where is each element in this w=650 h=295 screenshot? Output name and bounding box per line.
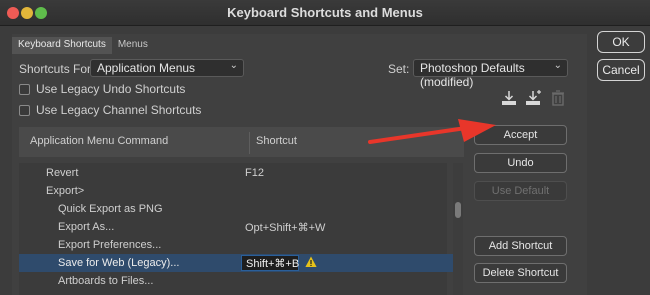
table-body: Revert F12 Export> Quick Export as PNG E…: [19, 163, 453, 295]
legacy-undo-label: Use Legacy Undo Shortcuts: [36, 82, 186, 96]
cancel-button[interactable]: Cancel: [597, 59, 645, 81]
delete-shortcut-button[interactable]: Delete Shortcut: [474, 263, 567, 283]
legacy-channel-checkbox[interactable]: [19, 105, 30, 116]
table-row[interactable]: Export Preferences...: [19, 236, 453, 254]
row-command: Revert: [46, 167, 79, 179]
shortcuts-for-select[interactable]: Application Menus ⌄: [90, 59, 244, 77]
command-column-header[interactable]: Application Menu Command: [30, 135, 168, 147]
table-row[interactable]: Quick Export as PNG: [19, 200, 453, 218]
shortcuts-for-value: Application Menus: [97, 61, 196, 75]
annotation-arrow-icon: [368, 119, 496, 144]
chevron-down-icon: ⌄: [553, 60, 562, 71]
tab-strip: Keyboard Shortcuts Menus: [12, 37, 154, 54]
add-shortcut-button[interactable]: Add Shortcut: [474, 236, 567, 256]
row-shortcut: F12: [245, 167, 264, 179]
set-label: Set:: [388, 62, 410, 76]
row-shortcut: Opt+Shift+⌘+W: [245, 222, 326, 234]
shortcuts-table: Application Menu Command Shortcut Revert…: [19, 127, 464, 295]
window-title: Keyboard Shortcuts and Menus: [227, 5, 423, 20]
row-command: Export As...: [58, 221, 115, 233]
row-command: Artboards to Files...: [58, 275, 154, 287]
tab-menus[interactable]: Menus: [112, 37, 154, 54]
warning-icon: [305, 256, 317, 268]
table-row[interactable]: Export As... Opt+Shift+⌘+W: [19, 218, 453, 236]
table-row[interactable]: Export>: [19, 182, 453, 200]
legacy-channel-label: Use Legacy Channel Shortcuts: [36, 103, 202, 117]
table-row[interactable]: Artboards to Files...: [19, 272, 453, 290]
undo-button[interactable]: Undo: [474, 153, 567, 173]
legacy-undo-checkbox[interactable]: [19, 84, 30, 95]
new-set-icon[interactable]: [524, 89, 542, 107]
row-command: Quick Export as PNG: [58, 203, 163, 215]
shortcut-column-header[interactable]: Shortcut: [256, 135, 297, 147]
chevron-down-icon: ⌄: [229, 60, 238, 71]
save-set-icon[interactable]: [500, 89, 518, 107]
table-row-selected[interactable]: Save for Web (Legacy)... Shift+⌘+B: [19, 254, 453, 272]
ok-button[interactable]: OK: [597, 31, 645, 53]
shortcuts-for-label: Shortcuts For:: [19, 62, 95, 76]
scrollbar-thumb[interactable]: [455, 202, 461, 218]
row-command: Export>: [46, 185, 85, 197]
use-default-button[interactable]: Use Default: [474, 181, 567, 201]
title-bar: Keyboard Shortcuts and Menus: [0, 0, 650, 26]
shortcut-edit-field[interactable]: Shift+⌘+B: [241, 255, 299, 271]
tab-keyboard-shortcuts[interactable]: Keyboard Shortcuts: [12, 37, 112, 54]
table-scrollbar[interactable]: [453, 163, 463, 295]
table-row[interactable]: Revert F12: [19, 164, 453, 182]
set-select[interactable]: Photoshop Defaults (modified) ⌄: [413, 59, 568, 89]
column-divider: [249, 132, 250, 154]
row-command: Export Preferences...: [58, 239, 162, 251]
delete-set-icon[interactable]: [549, 89, 567, 107]
row-command: Save for Web (Legacy)...: [58, 257, 180, 269]
